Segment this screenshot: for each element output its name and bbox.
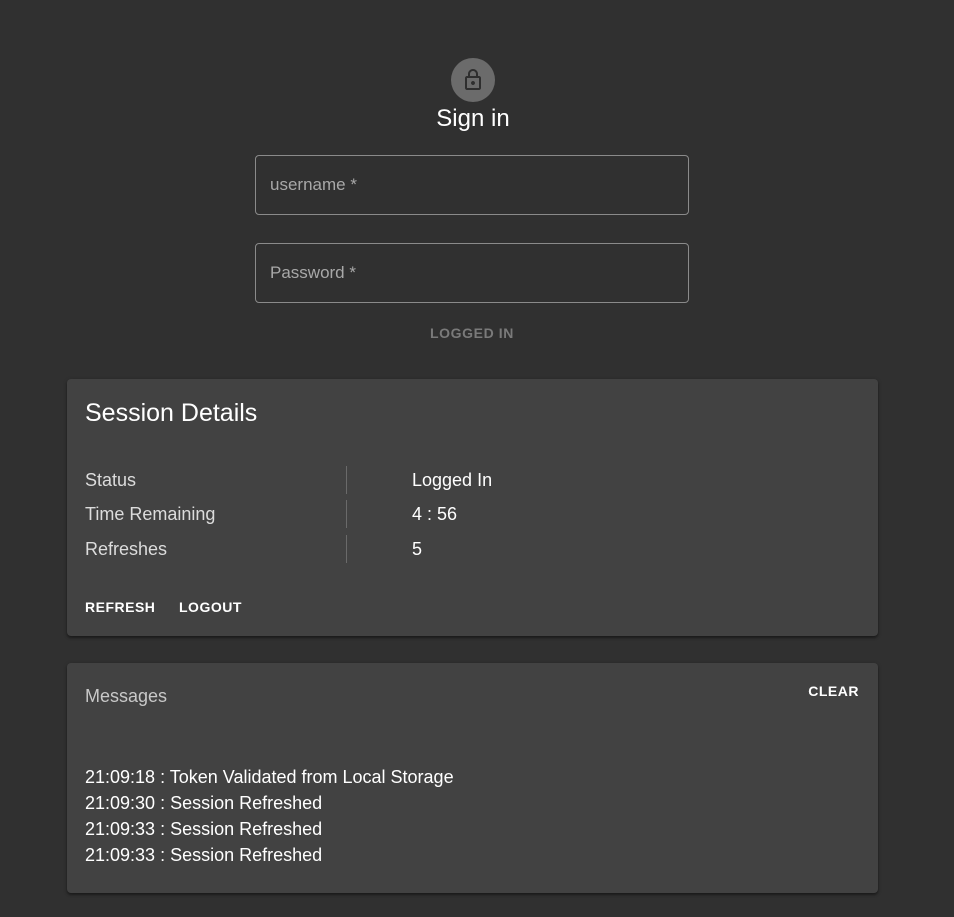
lock-icon [465, 69, 481, 90]
detail-divider [346, 466, 347, 494]
message-list: 21:09:18 : Token Validated from Local St… [85, 764, 454, 868]
message-item: 21:09:33 : Session Refreshed [85, 845, 323, 865]
detail-divider [346, 500, 347, 528]
clear-button[interactable]: CLEAR [808, 681, 859, 701]
message-item: 21:09:33 : Session Refreshed [85, 819, 323, 839]
detail-row-time-remaining: Time Remaining 4 : 56 [85, 500, 865, 528]
username-field[interactable] [255, 155, 689, 215]
message-item: 21:09:30 : Session Refreshed [85, 793, 323, 813]
password-field[interactable] [255, 243, 689, 303]
app-page: Sign in LOGGED IN Session Details Status… [0, 0, 954, 917]
detail-label: Refreshes [85, 539, 168, 559]
detail-row-refreshes: Refreshes 5 [85, 535, 865, 563]
detail-row-status: Status Logged In [85, 466, 865, 494]
password-input[interactable] [256, 244, 688, 302]
message-item: 21:09:18 : Token Validated from Local St… [85, 767, 454, 787]
lock-avatar [451, 58, 495, 102]
username-input[interactable] [256, 156, 688, 214]
refresh-button[interactable]: REFRESH [85, 597, 155, 617]
signin-title: Sign in [436, 105, 510, 132]
messages-title: Messages [85, 686, 168, 706]
logout-button[interactable]: LOGOUT [179, 597, 242, 617]
session-details-card: Session Details Status Logged In Time Re… [67, 379, 878, 636]
refreshes-value: 5 [412, 539, 423, 559]
session-details-title: Session Details [85, 399, 258, 427]
status-value: Logged In [412, 470, 493, 490]
login-button[interactable]: LOGGED IN [255, 318, 689, 348]
messages-card: Messages CLEAR 21:09:18 : Token Validate… [67, 663, 878, 893]
detail-divider [346, 535, 347, 563]
time-remaining-value: 4 : 56 [412, 504, 458, 524]
detail-label: Status [85, 470, 137, 490]
detail-label: Time Remaining [85, 504, 216, 524]
